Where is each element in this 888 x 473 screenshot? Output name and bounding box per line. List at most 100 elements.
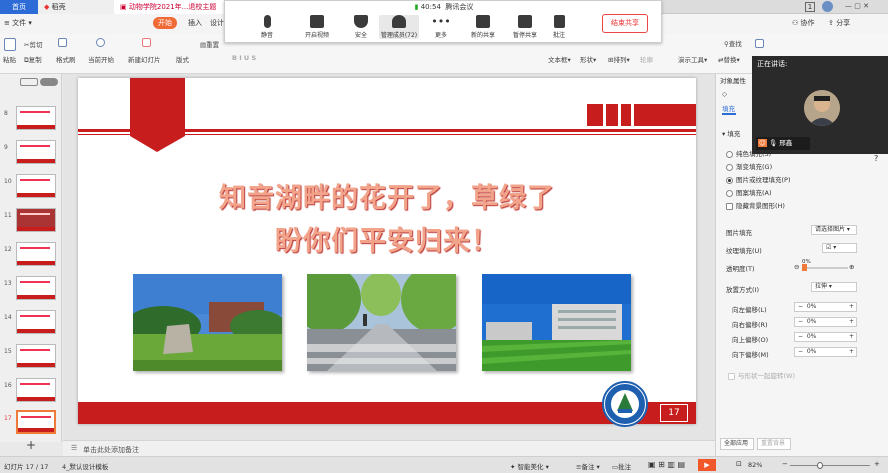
slide-thumbnail-8[interactable]: [16, 106, 56, 130]
fit-window-icon[interactable]: ⊡: [736, 460, 742, 468]
search-button[interactable]: ⚲查找: [724, 38, 742, 48]
window-controls[interactable]: — ▢ ✕: [845, 2, 869, 10]
offset-left-stepper[interactable]: − 0% +: [794, 302, 857, 312]
layout-label[interactable]: 版式: [176, 54, 189, 64]
manage-members-button[interactable]: 管理成员(72): [379, 15, 419, 39]
picture-fill-select[interactable]: 请选择图片 ▾: [811, 225, 857, 235]
avatar-icon[interactable]: [822, 1, 833, 12]
thumb-number: 10: [4, 178, 12, 185]
video-button[interactable]: 开启视频: [297, 15, 337, 39]
docer-icon: ◆: [44, 3, 50, 11]
cut-button[interactable]: ✂剪切: [24, 39, 42, 49]
slide-thumbnail-11[interactable]: [16, 208, 56, 232]
zoom-level[interactable]: 82%: [748, 461, 762, 469]
rotate-with-shape-checkbox[interactable]: 与形状一起旋转(W): [728, 370, 795, 380]
annotate-icon: [553, 15, 565, 28]
view-mode-buttons[interactable]: ▣ ⊞ ▥ ▤: [648, 460, 685, 469]
zoom-in-icon[interactable]: +: [874, 460, 880, 468]
slide-thumbnail-14[interactable]: [16, 310, 56, 334]
help-icon[interactable]: ?: [874, 154, 878, 163]
fill-tab-icon[interactable]: ◇: [722, 90, 727, 98]
slide-thumbnail-15[interactable]: [16, 344, 56, 368]
tab-home[interactable]: 首页: [0, 0, 38, 14]
shape-button[interactable]: 形状▾: [580, 54, 596, 64]
select-button[interactable]: [755, 39, 766, 48]
slide-count: 幻灯片 17 / 17: [4, 463, 49, 471]
add-slide-button[interactable]: +: [26, 438, 36, 452]
slide-thumbnail-9[interactable]: [16, 140, 56, 164]
security-button[interactable]: 安全: [341, 15, 381, 39]
copy-button[interactable]: ⧉复制: [24, 54, 42, 65]
new-slide-button[interactable]: [142, 38, 153, 47]
placement-select[interactable]: 拉伸 ▾: [811, 282, 857, 292]
speaker-video-window[interactable]: 正在讲话: ☺ 🎙 邢鑫: [752, 56, 888, 154]
offset-down-stepper[interactable]: − 0% +: [794, 347, 857, 357]
transparency-increase[interactable]: ⊕: [849, 263, 854, 271]
slide-thumbnail-13[interactable]: [16, 276, 56, 300]
replace-button[interactable]: ⇄替换▾: [718, 54, 740, 64]
microphone-icon: [263, 15, 271, 28]
menu-insert[interactable]: 插入: [188, 18, 202, 28]
zoom-slider[interactable]: [790, 465, 870, 466]
notes-toggle-button[interactable]: ≡备注 ▾: [576, 461, 600, 471]
arrange-button[interactable]: ⊞排列▾: [608, 54, 630, 64]
thumbnail-view-toggle[interactable]: [40, 78, 58, 86]
font-format-buttons[interactable]: B I U S: [232, 54, 256, 62]
transparency-slider[interactable]: [802, 267, 848, 269]
thumb-number: 14: [4, 314, 12, 321]
offset-right-stepper[interactable]: − 0% +: [794, 317, 857, 327]
zoom-slider-handle[interactable]: [817, 462, 823, 469]
fill-section-header[interactable]: ▾ 填充: [722, 128, 740, 138]
slideshow-button[interactable]: ▶: [698, 459, 716, 471]
new-slide-label: 新建幻灯片: [128, 56, 161, 64]
radio-picture-fill[interactable]: 图片或纹理填充(P): [726, 174, 791, 184]
presenter-label: 演示工具: [678, 56, 704, 64]
apply-all-button[interactable]: 全部应用: [720, 438, 754, 450]
end-share-button[interactable]: 结束共享: [602, 14, 648, 33]
radio-pattern-fill[interactable]: 图案填充(A): [726, 187, 772, 197]
slide-thumbnail-10[interactable]: [16, 174, 56, 198]
menu-file[interactable]: ≡ 文件 ▾: [4, 18, 32, 28]
pause-share-label: 暂停共享: [512, 32, 537, 39]
more-icon: •••: [431, 15, 451, 28]
outline-button[interactable]: 轮廓: [640, 54, 653, 64]
slide-thumbnail-17[interactable]: [16, 410, 56, 434]
zoom-out-icon[interactable]: −: [782, 460, 788, 468]
radio-gradient-fill[interactable]: 渐变填充(G): [726, 161, 772, 171]
transparency-value: 0%: [802, 259, 811, 265]
offset-right-label: 向右偏移(R): [732, 321, 768, 329]
outline-view-toggle[interactable]: [20, 78, 38, 86]
comment-toggle-button[interactable]: ▭批注: [612, 461, 631, 471]
notes-bar[interactable]: ☰ 单击此处添加备注: [63, 440, 715, 456]
transparency-slider-handle[interactable]: [802, 264, 807, 271]
texture-fill-select[interactable]: ☑ ▾: [822, 243, 857, 253]
reset-button[interactable]: ▤重置: [200, 39, 219, 49]
paste-button[interactable]: [4, 38, 18, 51]
format-painter-button[interactable]: [58, 38, 69, 47]
tab-document[interactable]: ▣ 动物学院2021年...退校主题会: [114, 0, 226, 25]
textbox-button[interactable]: 文本框▾: [548, 54, 571, 64]
offset-up-stepper[interactable]: − 0% +: [794, 332, 857, 342]
annotate-button[interactable]: 批注: [539, 15, 579, 39]
members-label: 管理成员(72): [380, 32, 418, 39]
tab-docer[interactable]: ◆ 稻壳: [38, 0, 114, 14]
slide-thumbnail-16[interactable]: [16, 378, 56, 402]
transparency-decrease[interactable]: ⊖: [794, 263, 799, 271]
more-button[interactable]: ••• 更多: [421, 15, 461, 39]
header-block: [587, 104, 603, 126]
menu-start[interactable]: 开始: [153, 17, 177, 29]
slide-thumbnail-12[interactable]: [16, 242, 56, 266]
smart-beautify-button[interactable]: ✦ 智能美化 ▾: [510, 461, 549, 471]
reset-background-button[interactable]: 重置背景: [757, 438, 791, 450]
slide[interactable]: 知音湖畔的花开了，草绿了 盼你们平安归来！ 17: [78, 78, 696, 427]
menu-collab[interactable]: ⚇ 协作: [792, 18, 815, 28]
presenter-button[interactable]: 演示工具▾: [678, 54, 707, 64]
new-share-button[interactable]: 新的共享: [463, 15, 503, 39]
menu-design[interactable]: 设计: [210, 18, 224, 28]
fill-tab[interactable]: 填充: [722, 103, 735, 113]
collab-icon: ⚇: [792, 19, 799, 27]
hide-bg-checkbox[interactable]: 隐藏背景图形(H): [726, 200, 785, 210]
mute-button[interactable]: 静音: [247, 15, 287, 39]
start-current-button[interactable]: [96, 38, 107, 47]
menu-share[interactable]: ⇪ 分享: [828, 18, 850, 28]
